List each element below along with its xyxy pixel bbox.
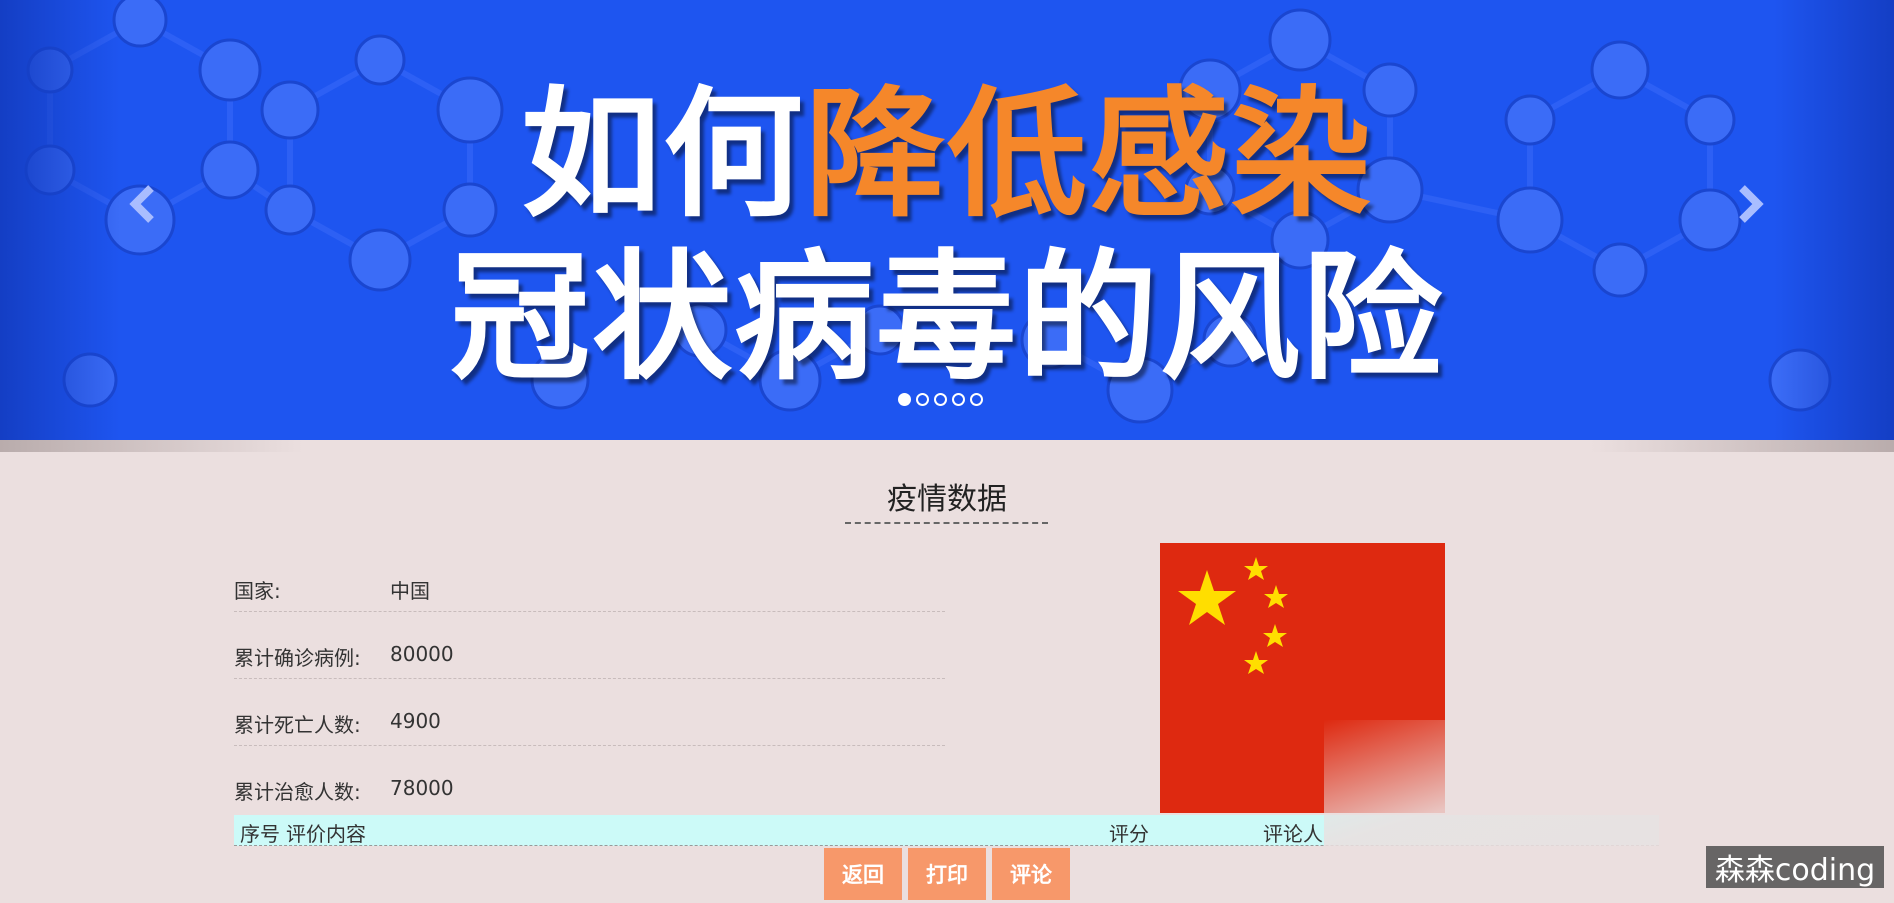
column-header-score: 评分 bbox=[1109, 822, 1149, 846]
carousel-dot-3[interactable] bbox=[934, 393, 947, 406]
carousel-dot-4[interactable] bbox=[952, 393, 965, 406]
column-header-content: 评价内容 bbox=[286, 822, 366, 846]
section-title: 疫情数据 bbox=[887, 482, 1007, 517]
title-underline bbox=[845, 522, 1048, 524]
info-value: 80000 bbox=[390, 642, 454, 666]
column-header-index: 序号 bbox=[240, 822, 280, 846]
info-label: 累计确诊病例: bbox=[234, 646, 361, 670]
country-flag-image bbox=[1160, 543, 1445, 813]
carousel-dot-5[interactable] bbox=[970, 393, 983, 406]
info-value: 78000 bbox=[390, 776, 454, 800]
watermark-label: 森森coding bbox=[1706, 846, 1884, 888]
print-button[interactable]: 打印 bbox=[908, 848, 986, 900]
china-flag-icon bbox=[1178, 557, 1288, 674]
carousel-indicators bbox=[898, 393, 983, 406]
info-label: 国家: bbox=[234, 579, 281, 603]
info-row-recovered: 累计治愈人数: 78000 bbox=[234, 746, 945, 812]
back-button[interactable]: 返回 bbox=[824, 848, 902, 900]
info-row-deaths: 累计死亡人数: 4900 bbox=[234, 679, 945, 746]
comments-table-header: 序号 评价内容 评分 评论人 bbox=[234, 815, 1659, 846]
banner-divider bbox=[0, 440, 1894, 452]
info-row-country: 国家: 中国 bbox=[234, 545, 945, 612]
carousel-dot-2[interactable] bbox=[916, 393, 929, 406]
column-header-reviewer: 评论人 bbox=[1263, 822, 1323, 846]
info-value: 4900 bbox=[390, 709, 441, 733]
comment-button[interactable]: 评论 bbox=[992, 848, 1070, 900]
info-label: 累计死亡人数: bbox=[234, 713, 361, 737]
banner-headline-line2: 冠状病毒的风险 bbox=[449, 237, 1444, 400]
carousel-prev-button[interactable] bbox=[123, 180, 163, 228]
chevron-left-icon bbox=[129, 185, 154, 223]
carousel-next-button[interactable] bbox=[1730, 180, 1770, 228]
chevron-right-icon bbox=[1739, 185, 1764, 223]
carousel-banner: 如何降低感染 冠状病毒的风险 bbox=[0, 0, 1894, 440]
action-buttons: 返回 打印 评论 bbox=[824, 848, 1070, 900]
info-row-confirmed: 累计确诊病例: 80000 bbox=[234, 612, 945, 679]
carousel-dot-1[interactable] bbox=[898, 393, 911, 406]
info-label: 累计治愈人数: bbox=[234, 780, 361, 804]
info-value: 中国 bbox=[390, 579, 430, 603]
